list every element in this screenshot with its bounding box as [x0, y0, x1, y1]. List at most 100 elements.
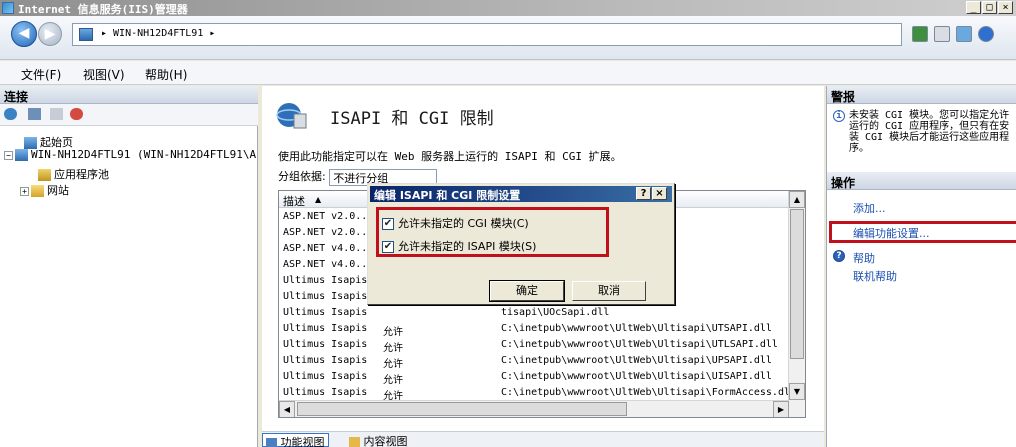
connect-icon[interactable] [4, 108, 17, 120]
close-button[interactable]: × [998, 1, 1013, 14]
table-row[interactable]: Ultimus Isapis 允许 C:\inetpub\wwwroot\UltWe… [279, 339, 789, 354]
cell-description: ASP.NET v2.0... [283, 227, 374, 238]
address-box[interactable]: ▸ WIN-NH12D4FTL91 ▸ [72, 23, 902, 46]
minimize-button[interactable]: _ [966, 1, 981, 14]
sites-folder-icon [31, 185, 44, 197]
save-icon[interactable] [28, 108, 41, 120]
stop-icon[interactable] [934, 26, 950, 42]
collapse-icon[interactable]: − [4, 150, 13, 160]
cancel-button[interactable]: 取消 [572, 281, 646, 301]
tree-item-sites[interactable]: + 网站 [20, 182, 69, 198]
menu-file[interactable]: 文件(F) [21, 66, 61, 83]
scroll-left-icon[interactable]: ◀ [279, 401, 295, 417]
ok-button[interactable]: 确定 [489, 280, 565, 302]
horizontal-scroll-thumb[interactable] [297, 402, 627, 416]
home-icon[interactable] [956, 26, 972, 42]
back-button[interactable]: ◀ [11, 21, 37, 47]
address-tools [912, 26, 994, 44]
cell-description: Ultimus Isapis [283, 291, 368, 302]
tab-features-view[interactable]: 功能视图 [262, 433, 329, 447]
content-view-icon [349, 437, 360, 447]
column-description[interactable]: 描述 [283, 193, 305, 209]
cell-status: 允许 [383, 327, 403, 338]
actions-header: 操作 [827, 172, 1016, 190]
vertical-scroll-thumb[interactable] [790, 209, 804, 359]
help-link[interactable]: 帮助 [853, 250, 875, 266]
maximize-button[interactable]: □ [982, 1, 997, 14]
help-circle-icon: ? [833, 250, 845, 262]
scroll-right-icon[interactable]: ▶ [773, 401, 789, 417]
cell-path: tisapi\UOcSapi.dll [501, 307, 610, 318]
cell-path: C:\inetpub\wwwroot\UltWeb\Ultisapi\UPSAP… [501, 355, 772, 366]
back-arrow-icon: ◀ [18, 25, 30, 41]
table-row[interactable]: Ultimus Isapis 允许 C:\inetpub\wwwroot\UltWe… [279, 387, 789, 402]
table-row[interactable]: Ultimus Isapis 允许 C:\inetpub\wwwroot\UltWe… [279, 355, 789, 370]
server-icon [79, 28, 93, 41]
table-row[interactable]: Ultimus Isapis 允许 C:\inetpub\wwwroot\UltWe… [279, 323, 789, 338]
cell-description: Ultimus Isapis [283, 323, 368, 334]
refresh-icon[interactable] [912, 26, 928, 42]
features-view-icon [266, 438, 277, 447]
menu-bar: 文件(F) 视图(V) 帮助(H) [0, 61, 1016, 85]
cell-status: 允许 [383, 359, 403, 370]
cell-status: 允许 [383, 343, 403, 354]
scroll-down-icon[interactable]: ▼ [789, 383, 805, 400]
page-description: 使用此功能指定可以在 Web 服务器上运行的 ISAPI 和 CGI 扩展。 [278, 150, 622, 163]
horizontal-scrollbar[interactable]: ◀ ▶ [279, 400, 789, 417]
tab-content-view[interactable]: 内容视图 [346, 433, 411, 447]
cell-path: C:\inetpub\wwwroot\UltWeb\Ultisapi\UTLSA… [501, 339, 778, 350]
sort-asc-icon: ▲ [315, 195, 322, 204]
isapi-cgi-icon [276, 103, 307, 129]
cell-description: ASP.NET v4.0... [283, 243, 374, 254]
cell-description: Ultimus Isapis [283, 307, 368, 318]
help-icon[interactable] [978, 26, 994, 42]
actions-pane: 警报 i 未安装 CGI 模块。您可以指定允许运行的 CGI 应用程序，但只有在… [826, 86, 1016, 447]
cell-description: Ultimus Isapis [283, 339, 368, 350]
view-tabs: 功能视图 内容视图 [262, 431, 824, 447]
tree-label-server: WIN-NH12D4FTL91 (WIN-NH12D4FTL91\A [31, 148, 257, 161]
menu-help[interactable]: 帮助(H) [145, 66, 187, 83]
app-pool-icon [38, 169, 51, 181]
cell-description: Ultimus Isapis [283, 275, 368, 286]
menu-view[interactable]: 视图(V) [83, 66, 125, 83]
alert-text: 未安装 CGI 模块。您可以指定允许运行的 CGI 应用程序，但只有在安装 CG… [849, 110, 1010, 154]
cell-description: Ultimus Isapis [283, 371, 368, 382]
add-link[interactable]: 添加... [853, 200, 886, 216]
table-row[interactable]: Ultimus Isapis tisapi\UOcSapi.dll [279, 307, 789, 321]
tree-label-sites: 网站 [47, 184, 69, 197]
iis-manager-icon [2, 2, 14, 14]
window-titlebar: Internet 信息服务(IIS)管理器 _ □ × [0, 0, 1016, 16]
cell-description: Ultimus Isapis [283, 387, 368, 398]
expand-icon[interactable]: + [20, 186, 29, 196]
cell-path: C:\inetpub\wwwroot\UltWeb\Ultisapi\FormA… [501, 387, 789, 398]
cell-path: C:\inetpub\wwwroot\UltWeb\Ultisapi\UTSAP… [501, 323, 772, 334]
window-title: Internet 信息服务(IIS)管理器 [18, 3, 188, 16]
connections-header: 连接 [0, 86, 258, 104]
address-path: ▸ WIN-NH12D4FTL91 ▸ [101, 28, 216, 39]
group-by-label: 分组依据: [278, 170, 326, 183]
tree-item-server[interactable]: − WIN-NH12D4FTL91 (WIN-NH12D4FTL91\A [4, 148, 256, 164]
table-row[interactable]: Ultimus Isapis 允许 C:\inetpub\wwwroot\UltWe… [279, 371, 789, 386]
highlight-checkboxes [376, 207, 609, 257]
alert-message: i 未安装 CGI 模块。您可以指定允许运行的 CGI 应用程序，但只有在安装 … [829, 108, 1015, 158]
dialog-title: 编辑 ISAPI 和 CGI 限制设置 [374, 189, 521, 202]
forward-button[interactable]: ▶ [38, 22, 62, 46]
tree-label-app-pools: 应用程序池 [54, 168, 109, 181]
connections-toolbar [0, 104, 258, 126]
forward-arrow-icon: ▶ [44, 26, 56, 42]
tree-item-app-pools[interactable]: 应用程序池 [38, 166, 109, 182]
address-toolbar: ◀ ▶ ▸ WIN-NH12D4FTL91 ▸ [0, 16, 1016, 60]
connections-pane: 连接 起始页 − WIN-NH12D4FTL91 (WIN-NH12D4FTL91… [0, 86, 258, 447]
disconnect-icon[interactable] [70, 108, 83, 120]
page-title: ISAPI 和 CGI 限制 [330, 109, 494, 129]
online-help-link[interactable]: 联机帮助 [853, 268, 897, 284]
cell-description: ASP.NET v4.0... [283, 259, 374, 270]
info-icon: i [833, 110, 845, 122]
dialog-help-button[interactable]: ? [636, 187, 651, 200]
scroll-up-icon[interactable]: ▲ [789, 191, 805, 208]
up-icon[interactable] [50, 108, 63, 120]
dialog-titlebar: 编辑 ISAPI 和 CGI 限制设置 ? × [370, 186, 672, 202]
dialog-close-button[interactable]: × [652, 187, 667, 200]
vertical-scrollbar[interactable]: ▲ ▼ [788, 191, 805, 417]
tab-features-label: 功能视图 [280, 436, 325, 447]
